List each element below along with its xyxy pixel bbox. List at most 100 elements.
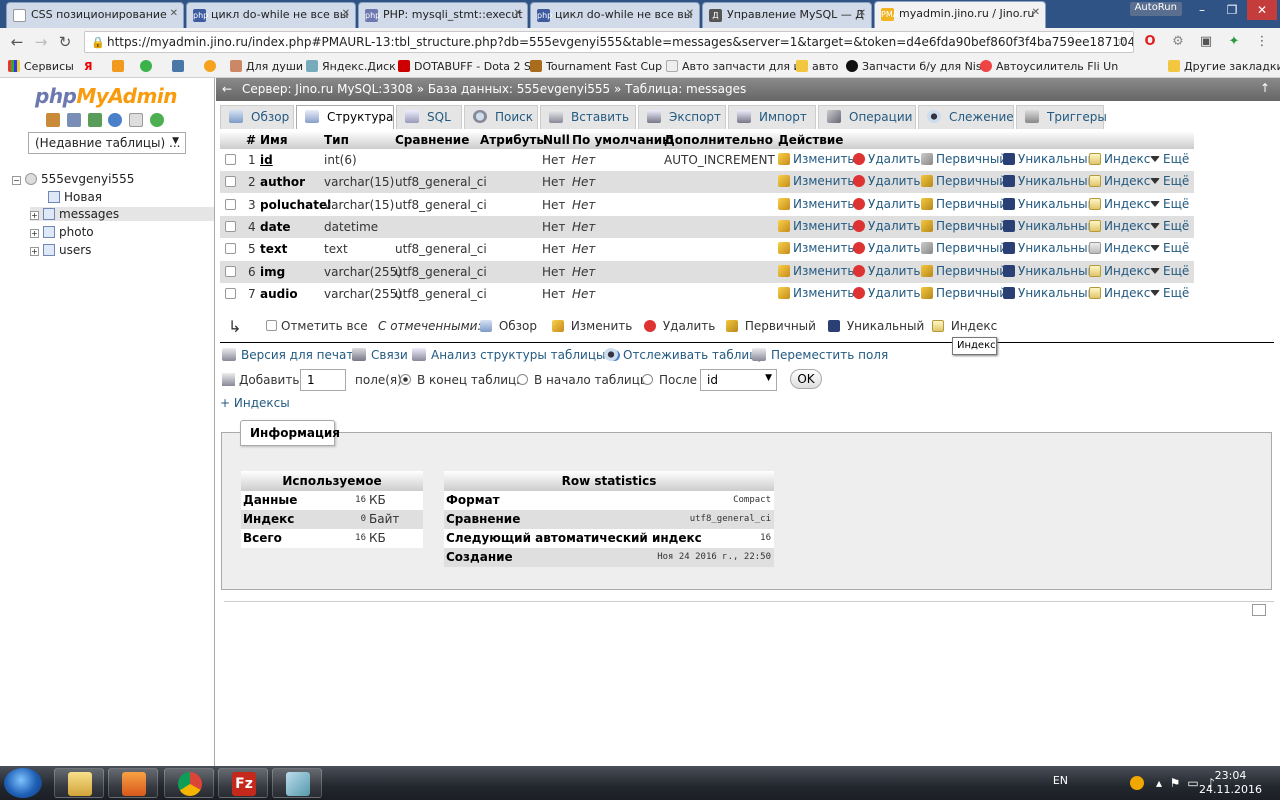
bookmark-item[interactable]: Сервисы xyxy=(8,60,74,73)
menu-icon[interactable]: ⋮ xyxy=(1254,34,1270,50)
bookmark-item[interactable]: Tournament Fast Cup xyxy=(530,60,662,73)
index-button[interactable]: Индекс xyxy=(1089,286,1150,300)
tab-export[interactable]: Экспорт xyxy=(638,105,726,129)
unique-button[interactable]: Уникальный xyxy=(1003,264,1095,278)
bookmark-item[interactable] xyxy=(112,60,128,73)
tab-sql[interactable]: SQL xyxy=(396,105,462,129)
delete-button[interactable]: Удалить xyxy=(853,152,921,166)
row-checkbox[interactable] xyxy=(225,220,236,232)
bookmark-item[interactable]: Запчасти б/у для Nis xyxy=(846,60,982,73)
phpmyadmin-logo[interactable]: phpMyAdmin xyxy=(35,84,177,108)
scroll-up-icon[interactable]: ↑ xyxy=(1260,81,1270,95)
arrow-left-icon[interactable]: ← xyxy=(222,82,232,96)
bookmark-item[interactable]: Яндекс.Диск xyxy=(306,60,396,73)
primary-button[interactable]: Первичный xyxy=(921,286,1007,300)
edit-button[interactable]: Изменить xyxy=(778,219,855,233)
radio-selected[interactable] xyxy=(400,374,411,385)
index-button[interactable]: Индекс xyxy=(1089,197,1150,211)
close-tab-icon[interactable]: ✕ xyxy=(686,8,694,19)
bookmark-item[interactable] xyxy=(172,60,188,73)
browser-tab-active[interactable]: PMA myadmin.jino.ru / Jino.ru ✕ xyxy=(874,1,1046,28)
check-all-checkbox[interactable] xyxy=(266,320,277,331)
tab-import[interactable]: Импорт xyxy=(728,105,816,129)
primary-button[interactable]: Первичный xyxy=(921,241,1007,255)
extension-icon[interactable]: ✦ xyxy=(1226,34,1242,50)
row-checkbox[interactable] xyxy=(225,243,236,255)
unique-button[interactable]: Уникальный xyxy=(1003,174,1095,188)
selected-primary-button[interactable]: Первичный xyxy=(726,319,816,333)
tree-table-users[interactable]: + users xyxy=(30,243,91,257)
row-checkbox[interactable] xyxy=(225,287,236,299)
tree-new-table[interactable]: Новая xyxy=(48,190,102,204)
more-button[interactable]: Ещё xyxy=(1150,241,1189,255)
forward-icon[interactable]: → xyxy=(32,33,50,51)
index-button[interactable]: Индекс xyxy=(1089,264,1150,278)
primary-button[interactable]: Первичный xyxy=(921,219,1007,233)
tab-tracking[interactable]: Слежение xyxy=(918,105,1014,129)
selected-index-button[interactable]: Индекс xyxy=(932,319,997,333)
close-tab-icon[interactable]: ✕ xyxy=(170,8,178,19)
tray-app-icon[interactable] xyxy=(1130,776,1144,790)
close-window-icon[interactable]: ✕ xyxy=(1247,0,1277,20)
help-icon[interactable] xyxy=(108,113,123,127)
more-button[interactable]: Ещё xyxy=(1150,286,1189,300)
selected-browse-button[interactable]: Обзор xyxy=(480,319,537,333)
close-tab-icon[interactable]: ✕ xyxy=(342,8,350,19)
move-columns-link[interactable]: Переместить поля xyxy=(752,348,888,362)
indexes-toggle[interactable]: + Индексы xyxy=(220,396,290,410)
tab-browse[interactable]: Обзор xyxy=(220,105,294,129)
index-button[interactable]: Индекс xyxy=(1089,219,1150,233)
reload-icon[interactable] xyxy=(150,113,165,127)
logout-icon[interactable] xyxy=(66,113,81,127)
close-tab-icon[interactable]: ✕ xyxy=(858,8,866,19)
tab-triggers[interactable]: Триггеры xyxy=(1016,105,1107,129)
more-button[interactable]: Ещё xyxy=(1150,219,1189,233)
back-icon[interactable]: ← xyxy=(8,33,26,51)
primary-button[interactable]: Первичный xyxy=(921,197,1007,211)
selected-edit-button[interactable]: Изменить xyxy=(552,319,632,333)
browser-tab[interactable]: php PHP: mysqli_stmt::execut ✕ xyxy=(358,2,528,28)
primary-button[interactable]: Первичный xyxy=(921,264,1007,278)
unique-button[interactable]: Уникальный xyxy=(1003,286,1095,300)
at-begin-radio[interactable]: В начало таблицы xyxy=(517,373,649,387)
browser-tab[interactable]: CSS позиционирование ✕ xyxy=(6,2,184,28)
print-view-link[interactable]: Версия для печати xyxy=(222,348,361,362)
row-checkbox[interactable] xyxy=(225,154,236,165)
taskbar-app[interactable] xyxy=(272,768,322,798)
browser-tab[interactable]: php цикл do-while не все вы ✕ xyxy=(186,2,356,28)
delete-button[interactable]: Удалить xyxy=(853,174,921,188)
at-end-radio[interactable]: В конец таблицы xyxy=(400,373,526,387)
extension-icon[interactable]: ▣ xyxy=(1198,34,1214,50)
start-button[interactable] xyxy=(4,768,42,798)
delete-button[interactable]: Удалить xyxy=(853,264,921,278)
query-window-icon[interactable] xyxy=(87,113,102,127)
tab-structure[interactable]: Структура xyxy=(296,105,394,129)
collapse-icon[interactable]: − xyxy=(12,176,21,185)
breadcrumb-table[interactable]: Таблица: messages xyxy=(625,82,746,96)
unique-button[interactable]: Уникальный xyxy=(1003,219,1095,233)
delete-button[interactable]: Удалить xyxy=(853,241,921,255)
relations-link[interactable]: Связи xyxy=(352,348,408,362)
unique-button[interactable]: Уникальный xyxy=(1003,241,1095,255)
bookmark-item[interactable]: Другие закладки xyxy=(1168,60,1280,73)
taskbar-media-player[interactable] xyxy=(108,768,158,798)
reload-icon[interactable]: ↻ xyxy=(56,33,74,51)
language-indicator[interactable]: EN xyxy=(1053,774,1068,787)
edit-button[interactable]: Изменить xyxy=(778,264,855,278)
selected-unique-button[interactable]: Уникальный xyxy=(828,319,924,333)
delete-button[interactable]: Удалить xyxy=(853,219,921,233)
home-icon[interactable] xyxy=(46,113,60,127)
row-checkbox[interactable] xyxy=(225,198,236,210)
after-radio[interactable]: После xyxy=(642,373,697,387)
tree-table-messages[interactable]: + messages xyxy=(30,207,214,221)
bookmark-item[interactable] xyxy=(140,60,156,73)
radio[interactable] xyxy=(517,374,528,385)
more-button[interactable]: Ещё xyxy=(1150,197,1189,211)
ok-button[interactable]: OK xyxy=(790,369,822,389)
tree-db[interactable]: −555evgenyi555 xyxy=(12,172,134,186)
selected-delete-button[interactable]: Удалить xyxy=(644,319,715,333)
clock[interactable]: 23:04 24.11.2016 xyxy=(1199,769,1262,797)
analyze-link[interactable]: Анализ структуры таблицы xyxy=(412,348,625,362)
bookmark-item[interactable]: Я xyxy=(84,60,92,73)
edit-button[interactable]: Изменить xyxy=(778,152,855,166)
